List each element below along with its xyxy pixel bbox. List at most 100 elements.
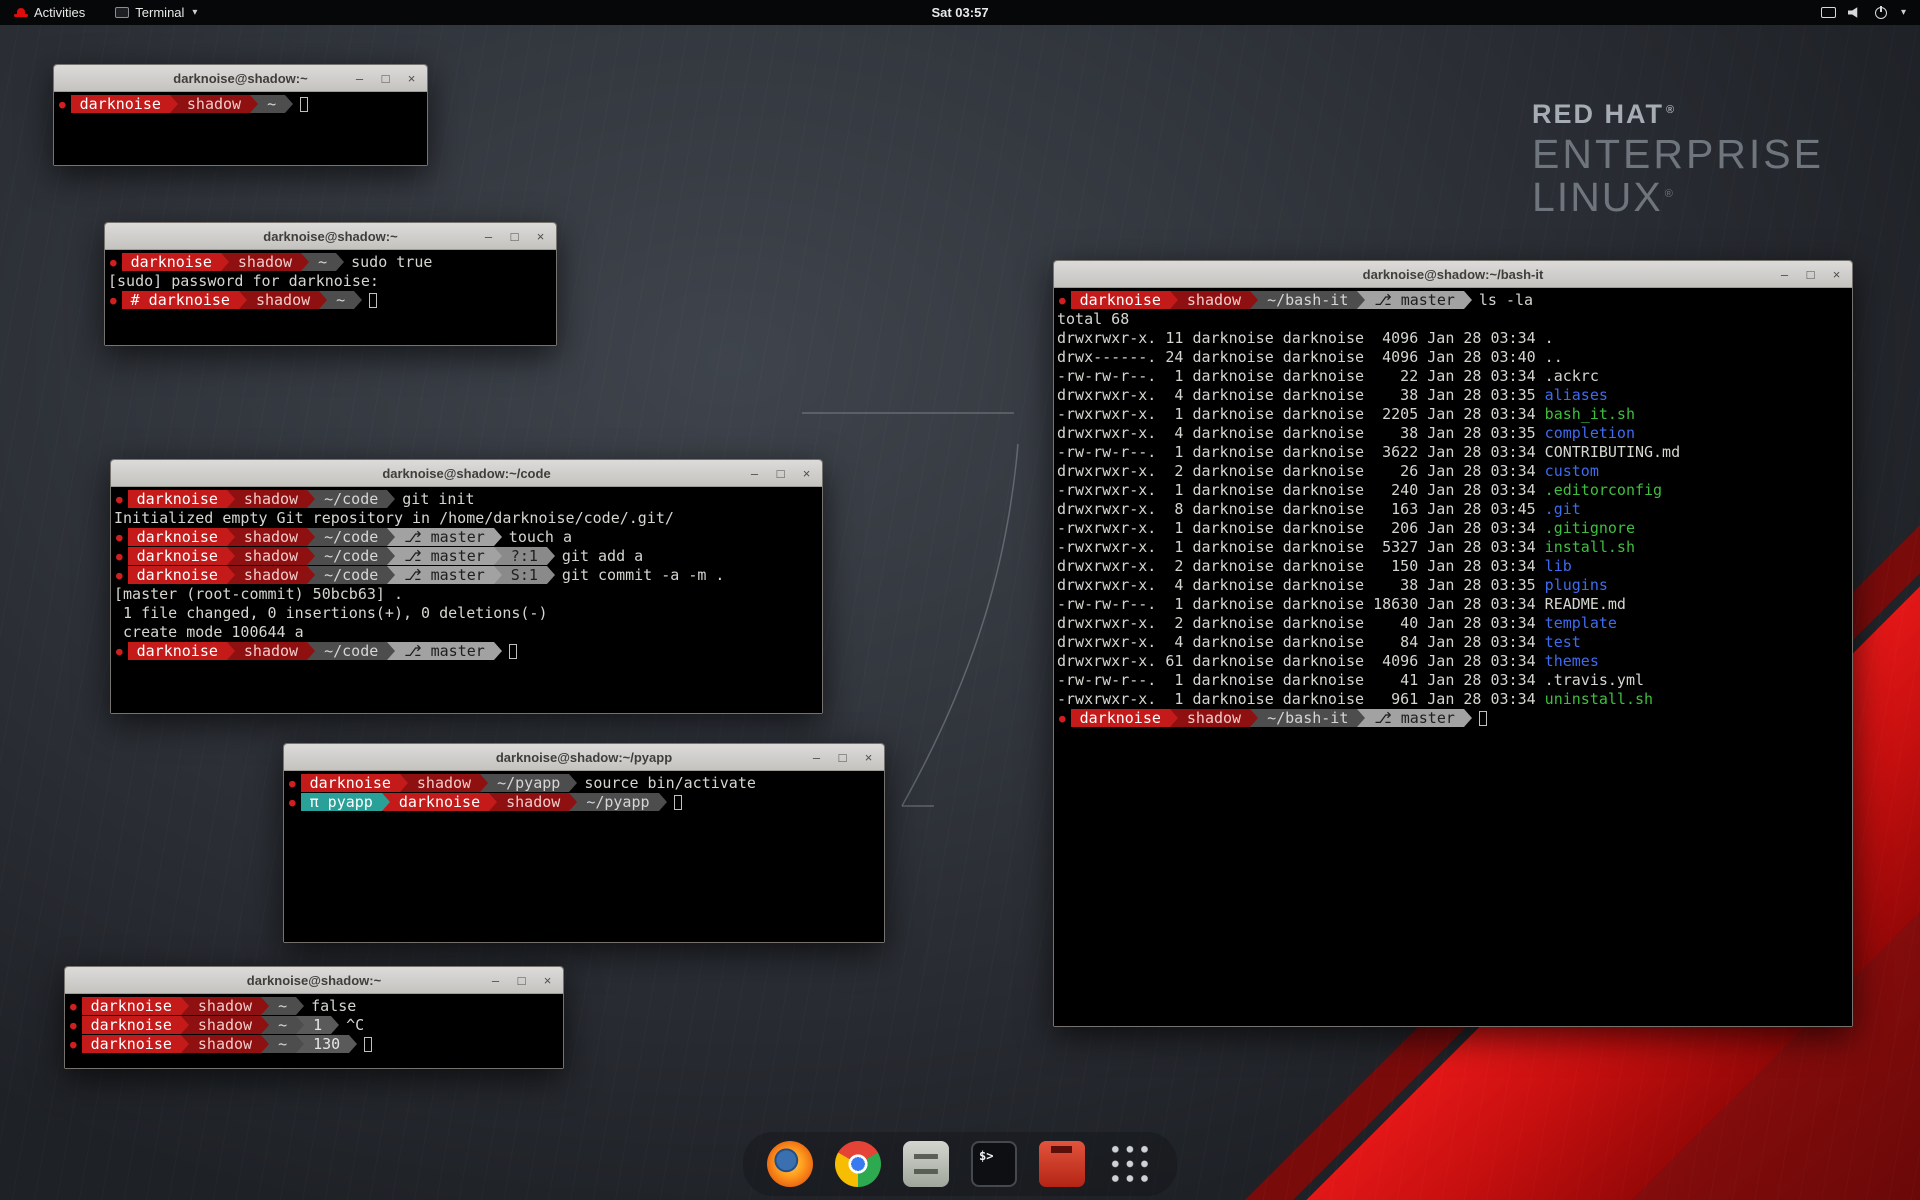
rhel-wordmark-enterprise: ENTERPRISE	[1532, 133, 1824, 176]
maximize-button[interactable]: □	[379, 72, 392, 85]
powerline-separator	[227, 566, 235, 584]
power-icon	[1875, 7, 1887, 19]
dock-icon-chrome[interactable]	[835, 1141, 881, 1187]
window-titlebar[interactable]: darknoise@shadow:~/bash-it – □ ×	[1054, 261, 1852, 288]
powerline-separator	[1250, 709, 1258, 727]
terminal-cursor	[369, 293, 377, 308]
powerline-separator	[239, 291, 247, 309]
minimize-button[interactable]: –	[1778, 268, 1791, 281]
prompt-segment-user: darknoise	[122, 253, 221, 271]
close-button[interactable]: ×	[405, 72, 418, 85]
system-status-area[interactable]: ▾	[1821, 7, 1906, 19]
window-title: darknoise@shadow:~	[247, 973, 381, 988]
close-button[interactable]: ×	[862, 751, 875, 764]
prompt-segment-path: ~/code	[315, 490, 387, 508]
prompt-segment-user: darknoise	[1071, 291, 1170, 309]
terminal-content[interactable]: ● darknoise shadow ~/code git initInitialize…	[111, 487, 822, 713]
terminal-content[interactable]: ●darknoiseshadow~false●darknoiseshadow~1…	[65, 994, 563, 1068]
powerline-separator	[659, 793, 667, 811]
terminal-content[interactable]: ●darknoiseshadow~/bash-it⎇ masterls -lat…	[1054, 288, 1852, 1026]
terminal-line: total 68	[1057, 310, 1852, 329]
powerline-separator	[494, 642, 502, 660]
terminal-line: drwxrwxr-x. 2 darknoise darknoise 40 Jan…	[1057, 614, 1852, 633]
terminal-window: darknoise@shadow:~/code – □ × ●darknoise…	[110, 459, 823, 714]
terminal-content[interactable]: ●darknoiseshadow~sudo true[sudo] passwor…	[105, 250, 556, 345]
prompt-segment-path: ~	[309, 253, 336, 271]
terminal-line: Initialized empty Git repository in /hom…	[114, 509, 822, 528]
powerline-separator	[227, 528, 235, 546]
prompt-segment-plain: -rwxrwxr-x. 1 darknoise darknoise 240 Ja…	[1057, 481, 1545, 499]
terminal-line: ●darknoiseshadow~sudo true	[108, 253, 556, 272]
window-titlebar[interactable]: darknoise@shadow:~ – □ ×	[54, 65, 427, 92]
terminal-line: ●darknoiseshadow~/code⎇ master?:1git add…	[114, 547, 822, 566]
prompt-segment-path: ~/code	[315, 566, 387, 584]
prompt-segment-host: shadow	[235, 490, 307, 508]
dock-icon-toolbox[interactable]	[1039, 1141, 1085, 1187]
powerline-separator	[569, 774, 577, 792]
terminal-line: drwxrwxr-x. 2 darknoise darknoise 26 Jan…	[1057, 462, 1852, 481]
terminal-content[interactable]: ●darknoiseshadow~	[54, 92, 427, 165]
prompt-segment-user: darknoise	[82, 1035, 181, 1053]
prompt-segment-picon: ●	[116, 642, 123, 660]
prompt-segment-user: darknoise	[128, 642, 227, 660]
clock[interactable]: Sat 03:57	[931, 5, 988, 20]
powerline-separator	[354, 291, 362, 309]
minimize-button[interactable]: –	[489, 974, 502, 987]
terminal-cursor	[300, 97, 308, 112]
prompt-segment-plain: drwx------. 24 darknoise darknoise 4096 …	[1057, 348, 1563, 366]
window-controls: – □ ×	[810, 744, 875, 770]
prompt-segment-cmd: source bin/activate	[584, 774, 756, 792]
close-button[interactable]: ×	[534, 230, 547, 243]
app-menu-terminal[interactable]: Terminal ▾	[111, 0, 201, 25]
terminal-line: ●darknoiseshadow~/pyappsource bin/activa…	[287, 774, 884, 793]
activities-button[interactable]: Activities	[10, 0, 89, 25]
terminal-app-icon	[115, 7, 129, 18]
prompt-segment-host: shadow	[189, 1016, 261, 1034]
terminal-line: drwxrwxr-x. 4 darknoise darknoise 38 Jan…	[1057, 576, 1852, 595]
prompt-segment-plain: drwxrwxr-x. 11 darknoise darknoise 4096 …	[1057, 329, 1554, 347]
maximize-button[interactable]: □	[836, 751, 849, 764]
dock-icon-firefox[interactable]	[767, 1141, 813, 1187]
prompt-segment-dir: themes	[1545, 652, 1599, 670]
dock-icon-terminal[interactable]: $>	[971, 1141, 1017, 1187]
prompt-segment-path: ~	[269, 997, 296, 1015]
prompt-segment-path: ~	[258, 95, 285, 113]
prompt-segment-host: shadow	[189, 997, 261, 1015]
dock-icon-app-grid[interactable]	[1107, 1141, 1153, 1187]
prompt-segment-path: ~/bash-it	[1258, 709, 1357, 727]
prompt-segment-picon: ●	[59, 95, 66, 113]
minimize-button[interactable]: –	[748, 467, 761, 480]
minimize-button[interactable]: –	[810, 751, 823, 764]
maximize-button[interactable]: □	[515, 974, 528, 987]
close-button[interactable]: ×	[541, 974, 554, 987]
prompt-segment-user: darknoise	[128, 566, 227, 584]
display-icon	[1821, 7, 1836, 18]
terminal-cursor	[674, 795, 682, 810]
close-button[interactable]: ×	[800, 467, 813, 480]
minimize-button[interactable]: –	[353, 72, 366, 85]
powerline-separator	[301, 253, 309, 271]
prompt-segment-exec: bash_it.sh	[1545, 405, 1635, 423]
maximize-button[interactable]: □	[1804, 268, 1817, 281]
prompt-segment-plain: [master (root-commit) 50bcb63] .	[114, 585, 403, 603]
maximize-button[interactable]: □	[508, 230, 521, 243]
prompt-segment-picon: ●	[70, 1016, 77, 1034]
terminal-content[interactable]: ●darknoiseshadow~/pyappsource bin/activa…	[284, 771, 884, 942]
window-titlebar[interactable]: darknoise@shadow:~/code – □ ×	[111, 460, 822, 487]
window-titlebar[interactable]: darknoise@shadow:~ – □ ×	[105, 223, 556, 250]
volume-icon	[1848, 7, 1863, 19]
prompt-segment-cmd: git init	[402, 490, 474, 508]
window-titlebar[interactable]: darknoise@shadow:~/pyapp – □ ×	[284, 744, 884, 771]
prompt-segment-picon: ●	[289, 793, 296, 811]
prompt-segment-dir: .git	[1545, 500, 1581, 518]
terminal-line: ●darknoiseshadow~1^C	[68, 1016, 563, 1035]
window-titlebar[interactable]: darknoise@shadow:~ – □ ×	[65, 967, 563, 994]
prompt-segment-plain: -rwxrwxr-x. 1 darknoise darknoise 5327 J…	[1057, 538, 1545, 556]
maximize-button[interactable]: □	[774, 467, 787, 480]
powerline-separator	[307, 490, 315, 508]
prompt-segment-plain: drwxrwxr-x. 4 darknoise darknoise 38 Jan…	[1057, 424, 1545, 442]
close-button[interactable]: ×	[1830, 268, 1843, 281]
prompt-segment-path: ~	[327, 291, 354, 309]
minimize-button[interactable]: –	[482, 230, 495, 243]
dock-icon-files[interactable]	[903, 1141, 949, 1187]
